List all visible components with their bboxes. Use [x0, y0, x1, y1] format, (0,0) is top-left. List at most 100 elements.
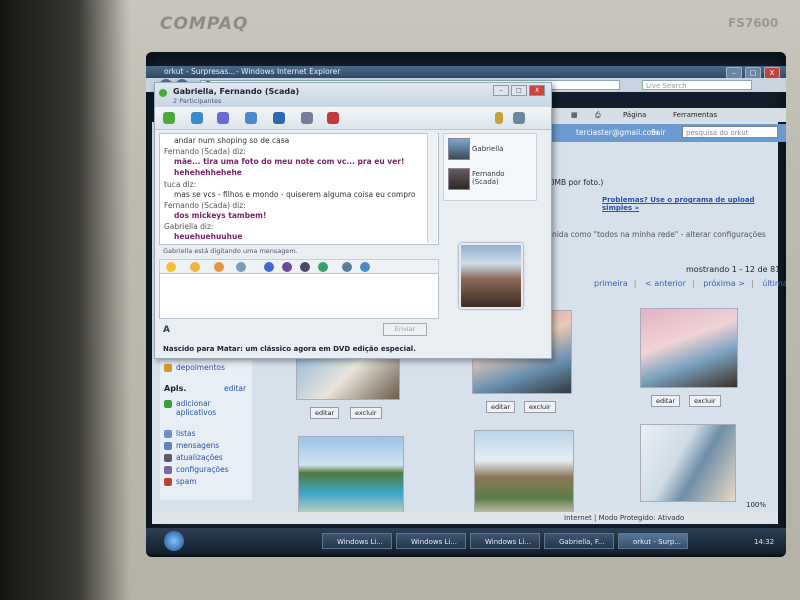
message-history[interactable]: andar num shoping so de casa Fernando (S…: [159, 133, 439, 245]
sticker-icon[interactable]: [264, 262, 274, 272]
menu-icon[interactable]: [513, 112, 525, 124]
zoom-level[interactable]: 100%: [746, 501, 766, 509]
system-clock: 14:32: [754, 538, 775, 546]
logout-link[interactable]: Sair: [651, 128, 666, 137]
video-call-icon[interactable]: [217, 112, 229, 124]
sidebar-item-atualizacoes[interactable]: atualizações: [176, 453, 223, 462]
monitor-screen: orkut - Surpresas... - Windows Internet …: [146, 52, 786, 557]
album-photo[interactable]: [474, 430, 574, 516]
sidebar-item-depoimentos[interactable]: depoimentos: [176, 363, 225, 372]
lists-icon: [164, 430, 172, 438]
font-size-icon[interactable]: [342, 262, 352, 272]
pager-last[interactable]: última: [762, 279, 786, 288]
monitor-brand-logo: COMPAQ: [160, 14, 249, 34]
pager-first[interactable]: primeira: [594, 279, 628, 288]
spam-icon: [164, 478, 172, 486]
chat-close-button[interactable]: X: [529, 85, 545, 96]
chat-sender: tuca diz:: [164, 180, 197, 189]
messages-icon: [164, 442, 172, 450]
simple-upload-link[interactable]: Problemas? Use o programa de upload simp…: [602, 196, 786, 212]
activities-icon[interactable]: [273, 112, 285, 124]
album-photo[interactable]: [640, 424, 736, 502]
chat-message: mas se vcs - filhos e mondo - quiserem a…: [174, 190, 416, 199]
sidebar-item-spam[interactable]: spam: [176, 477, 197, 486]
my-avatar[interactable]: [459, 243, 523, 309]
participant-name: Gabriella: [472, 145, 504, 153]
taskbar-button[interactable]: Windows Li...: [322, 533, 392, 549]
edit-photo-button[interactable]: editar: [310, 407, 340, 419]
start-button[interactable]: [164, 531, 184, 551]
background-icon[interactable]: [282, 262, 292, 272]
delete-photo-button[interactable]: excluir: [350, 407, 382, 419]
typing-indicator: Gabriella está digitando uma mensagem.: [163, 247, 298, 255]
chat-minimize-button[interactable]: –: [493, 85, 509, 96]
live-search-input[interactable]: Live Search: [642, 80, 752, 90]
wink-icon[interactable]: [190, 262, 200, 272]
paint-icon[interactable]: [495, 112, 503, 124]
voice-clip-icon[interactable]: [236, 262, 246, 272]
edit-photo-button[interactable]: editar: [486, 401, 516, 413]
sidebar-item-listas[interactable]: listas: [176, 429, 196, 438]
edit-photo-button[interactable]: editar: [651, 395, 681, 407]
apps-edit-link[interactable]: editar: [224, 384, 246, 393]
pager: primeira | < anterior | próxima > | última: [594, 279, 786, 288]
taskbar-button[interactable]: Gabriella, F...: [544, 533, 614, 549]
nudge-icon[interactable]: [214, 262, 224, 272]
emoticon-icon[interactable]: [166, 262, 176, 272]
privacy-note[interactable]: definida como "todos na minha rede" - al…: [538, 230, 766, 239]
print-icon[interactable]: ⎙: [595, 108, 601, 122]
updates-icon: [164, 454, 172, 462]
chat-message: dos mickeys tambem!: [174, 211, 267, 220]
sidebar-item-mensagens[interactable]: mensagens: [176, 441, 219, 450]
zone-status: Internet | Modo Protegido: Ativado: [564, 514, 685, 522]
taskbar-button[interactable]: Windows Li...: [396, 533, 466, 549]
feeds-icon[interactable]: ▦: [571, 108, 578, 122]
delete-photo-button[interactable]: excluir: [689, 395, 721, 407]
share-files-icon[interactable]: [191, 112, 203, 124]
sidebar-item-configuracoes[interactable]: configurações: [176, 465, 229, 474]
call-icon[interactable]: [245, 112, 257, 124]
invite-contact-icon[interactable]: [163, 112, 175, 124]
participant-avatar[interactable]: [448, 138, 470, 160]
participant-avatar[interactable]: [448, 168, 470, 190]
ie-status-bar: Internet | Modo Protegido: Ativado: [152, 512, 778, 524]
more-icon[interactable]: [360, 262, 370, 272]
photo-icon[interactable]: [300, 262, 310, 272]
ie-title-prefix: orkut - Surpresas...: [164, 67, 236, 76]
taskbar-button[interactable]: Windows Li...: [470, 533, 540, 549]
delete-photo-button[interactable]: excluir: [524, 401, 556, 413]
album-photo[interactable]: [640, 308, 738, 388]
handwriting-icon[interactable]: [318, 262, 328, 272]
chat-advertisement[interactable]: Nascido para Matar: um clássico agora em…: [163, 345, 416, 353]
block-icon[interactable]: [327, 112, 339, 124]
chat-toolbar: [155, 107, 551, 130]
participant-list: Gabriella Fernando (Scada): [443, 133, 537, 201]
taskbar: Windows Li... Windows Li... Windows Li..…: [146, 528, 786, 554]
chat-title-bar: Gabriella, Fernando (Scada) 2 Participan…: [155, 83, 551, 107]
sidebar-item-add-apps[interactable]: adicionar aplicativos: [176, 399, 236, 417]
pager-prev[interactable]: < anterior: [645, 279, 686, 288]
chat-participant-count: 2 Participantes: [173, 97, 222, 105]
chat-message: hehehehhehehe: [174, 168, 242, 177]
pager-next[interactable]: próxima >: [703, 279, 745, 288]
message-scrollbar[interactable]: [427, 133, 437, 243]
tools-menu[interactable]: Ferramentas: [673, 108, 717, 122]
album-photo[interactable]: [298, 436, 404, 518]
font-button[interactable]: A: [163, 325, 170, 335]
chat-message: heuehuehuuhue: [174, 232, 243, 241]
orkut-search-input[interactable]: pesquisa do orkut: [682, 126, 778, 138]
message-input[interactable]: [159, 273, 439, 319]
taskbar-button-active[interactable]: orkut - Surp...: [618, 533, 688, 549]
send-button[interactable]: Enviar: [383, 323, 427, 336]
participant-name: Fernando (Scada): [472, 170, 505, 186]
chat-window: Gabriella, Fernando (Scada) 2 Participan…: [154, 82, 552, 359]
chat-maximize-button[interactable]: □: [511, 85, 527, 96]
settings-icon: [164, 466, 172, 474]
user-email: terciaster@gmail.com: [576, 128, 659, 137]
add-apps-icon: [164, 400, 172, 408]
apps-title: Apls.: [164, 384, 187, 393]
ie-command-bar: ⌂ ▦ ⎙ Página Ferramentas: [541, 108, 786, 122]
page-menu[interactable]: Página: [623, 108, 646, 122]
chat-message: andar num shoping so de casa: [174, 136, 290, 145]
games-icon[interactable]: [301, 112, 313, 124]
